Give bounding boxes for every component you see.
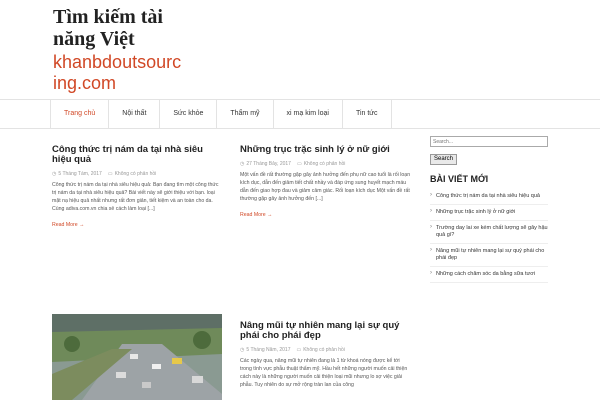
post-thumbnail-image[interactable] (52, 314, 222, 400)
post-date: ◷ 27 Tháng Bảy, 2017 (240, 161, 291, 167)
main-navigation: Trang chủ Nội thất Sức khỏe Thẩm mỹ xi m… (0, 99, 600, 129)
post-comments[interactable]: ▭ Không có phản hồi (108, 171, 156, 177)
search-button[interactable]: Search (430, 153, 458, 165)
site-domain[interactable]: khanbdoutsourcing.com (53, 52, 183, 94)
nav-item-home[interactable]: Trang chủ (51, 100, 110, 128)
post-card: Nâng mũi tự nhiên mang lại sự quý phái c… (240, 321, 412, 389)
post-date: ◷ 5 Tháng Tám, 2017 (52, 171, 102, 177)
post-title[interactable]: Những trục trặc sinh lý ở nữ giới (240, 145, 412, 155)
nav-item-noi-that[interactable]: Nội thất (109, 100, 161, 128)
calendar-icon: ◷ (240, 347, 245, 353)
post-excerpt: Công thức trị nám da tại nhà siêu hiệu q… (52, 182, 219, 212)
post-excerpt: Các ngày qua, nâng mũi tự nhiên đang là … (240, 358, 408, 388)
post-meta: ◷ 5 Tháng Năm, 2017 ▭ Không có phản hồi (240, 347, 412, 353)
calendar-icon: ◷ (240, 161, 245, 167)
recent-post-link[interactable]: Những cách chăm sóc da bằng sữa tươi (430, 267, 548, 283)
comment-icon: ▭ (296, 347, 302, 353)
read-more-link[interactable]: Read More → (52, 222, 84, 228)
post-title[interactable]: Công thức trị nám da tại nhà siêu hiệu q… (52, 145, 224, 165)
nav-item-tham-my[interactable]: Thẩm mỹ (217, 100, 274, 128)
post-date: ◷ 5 Tháng Năm, 2017 (240, 347, 291, 353)
post-card: Những trục trặc sinh lý ở nữ giới ◷ 27 Th… (240, 145, 412, 221)
nav-item-suc-khoe[interactable]: Sức khỏe (160, 100, 218, 128)
site-branding: Tìm kiếm tài năng Việt khanbdoutsourcing… (53, 6, 183, 94)
post-comments[interactable]: ▭ Không có phản hồi (297, 161, 345, 167)
post-title[interactable]: Nâng mũi tự nhiên mang lại sự quý phái c… (240, 321, 412, 341)
post-comments[interactable]: ▭ Không có phản hồi (296, 347, 344, 353)
recent-post-link[interactable]: Những trục trặc sinh lý ở nữ giới (430, 205, 548, 221)
calendar-icon: ◷ (52, 171, 57, 177)
post-excerpt: Một vấn đề rất thường gặp gây ảnh hưởng … (240, 172, 411, 202)
recent-post-link[interactable]: Nâng mũi tự nhiên mang lại sự quý phái c… (430, 244, 548, 267)
comment-icon: ▭ (296, 161, 302, 167)
nav-item-xi-ma[interactable]: xi mạ kim loại (274, 100, 343, 128)
site-title[interactable]: Tìm kiếm tài năng Việt (53, 6, 183, 50)
sidebar: Search BÀI VIẾT MỚI Công thức trị nám da… (430, 136, 548, 283)
recent-post-link[interactable]: Công thức trị nám da tại nhà siêu hiệu q… (430, 189, 548, 205)
read-more-link[interactable]: Read More → (240, 212, 272, 218)
post-meta: ◷ 27 Tháng Bảy, 2017 ▭ Không có phản hồi (240, 161, 412, 167)
recent-posts-heading: BÀI VIẾT MỚI (430, 174, 489, 184)
recent-post-link[interactable]: Trường day lai xe kém chất lượng sẽ gây … (430, 221, 548, 244)
road-scene-image (52, 314, 222, 400)
post-card: Công thức trị nám da tại nhà siêu hiệu q… (52, 145, 224, 231)
post-meta: ◷ 5 Tháng Tám, 2017 ▭ Không có phản hồi (52, 171, 224, 177)
comment-icon: ▭ (107, 171, 113, 177)
search-input[interactable] (430, 136, 548, 147)
nav-item-tin-tuc[interactable]: Tin tức (343, 100, 392, 128)
recent-posts-list: Công thức trị nám da tại nhà siêu hiệu q… (430, 189, 548, 283)
